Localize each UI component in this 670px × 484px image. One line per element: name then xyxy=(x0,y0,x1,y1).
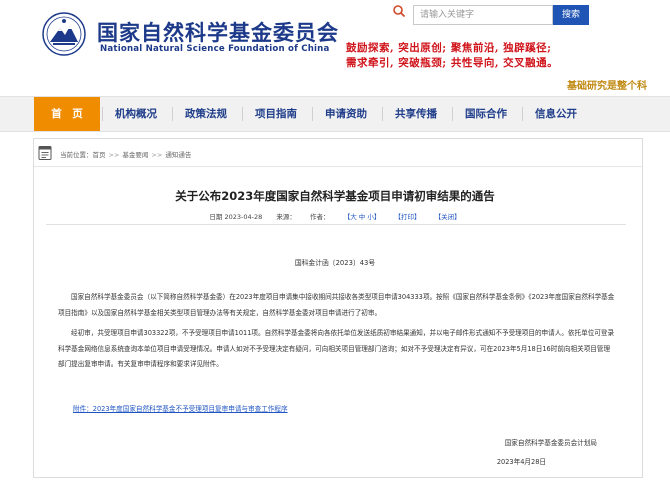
breadcrumb-divider xyxy=(34,166,642,167)
site-header: 国家自然科学基金委员会 National Natural Science Fou… xyxy=(0,0,670,96)
article-title: 关于公布2023年度国家自然科学基金项目申请初审结果的通告 xyxy=(175,189,495,203)
nav-item-share[interactable]: 共享传播 xyxy=(383,97,449,131)
close-link[interactable]: 【关闭】 xyxy=(435,213,461,221)
article-meta: 日期 2023-04-28 来源： 作者： 【大 中 小】 【打印】 【关闭】 xyxy=(0,211,670,221)
document-number: 国科金计函〔2023〕43号 xyxy=(294,259,376,267)
article-paragraph-1: 国家自然科学基金委员会（以下简称自然科学基金委）在2023年度项目申请集中接收期… xyxy=(58,293,615,317)
attachment-link[interactable]: 附件：2023年度国家自然科学基金不予受理项目复审申请与审查工作程序 xyxy=(73,403,288,413)
search-button[interactable]: 搜索 xyxy=(553,5,589,25)
nav-item-guide[interactable]: 项目指南 xyxy=(243,97,309,131)
nav-item-policies[interactable]: 政策法规 xyxy=(173,97,239,131)
breadcrumb: 当前位置：首页 >> 基金要闻 >> 通知通告 xyxy=(60,149,191,159)
breadcrumb-separator: >> xyxy=(108,151,120,159)
nav-item-disclosure[interactable]: 信息公开 xyxy=(523,97,589,131)
scrolling-ticker[interactable]: 基础研究是整个科 xyxy=(567,77,647,92)
article-date: 2023-04-28 xyxy=(224,213,263,221)
author-label: 作者： xyxy=(310,213,330,221)
source-label: 来源： xyxy=(276,213,296,221)
print-link[interactable]: 【打印】 xyxy=(394,213,420,221)
nav-item-about[interactable]: 机构概况 xyxy=(103,97,169,131)
nsfc-emblem-icon[interactable] xyxy=(42,12,86,56)
site-name-cn[interactable]: 国家自然科学基金委员会 xyxy=(97,17,339,47)
main-nav: 首 页 机构概况 政策法规 项目指南 申请资助 共享传播 国际合作 信息公开 xyxy=(0,96,670,132)
breadcrumb-news[interactable]: 基金要闻 xyxy=(122,151,148,159)
search-input[interactable] xyxy=(413,5,553,25)
nav-item-international[interactable]: 国际合作 xyxy=(453,97,519,131)
nav-item-apply[interactable]: 申请资助 xyxy=(313,97,379,131)
breadcrumb-separator: >> xyxy=(151,151,163,159)
slogan-line-1: 鼓励探索, 突出原创; 聚焦前沿, 独辟蹊径; xyxy=(346,42,552,54)
breadcrumb-home[interactable]: 首页 xyxy=(93,151,106,159)
document-icon xyxy=(38,146,52,160)
breadcrumb-notices[interactable]: 通知通告 xyxy=(165,151,191,159)
meta-divider xyxy=(46,224,626,225)
breadcrumb-prefix: 当前位置： xyxy=(60,151,93,159)
nav-item-home[interactable]: 首 页 xyxy=(34,97,100,131)
search-icon xyxy=(393,5,406,18)
article-paragraph-2: 经初审，共受理项目申请303322项，不予受理项目申请1011项。自然科学基金委… xyxy=(58,329,615,368)
site-name-en[interactable]: National Natural Science Foundation of C… xyxy=(100,44,330,54)
date-label: 日期 xyxy=(209,213,223,221)
slogan-line-2: 需求牵引, 突破瓶颈; 共性导向, 交叉融通。 xyxy=(346,57,559,69)
signature-date: 2023年4月28日 xyxy=(496,458,546,466)
signature: 国家自然科学基金委员会计划局 xyxy=(504,439,597,447)
font-size-switch[interactable]: 【大 中 小】 xyxy=(344,213,381,221)
